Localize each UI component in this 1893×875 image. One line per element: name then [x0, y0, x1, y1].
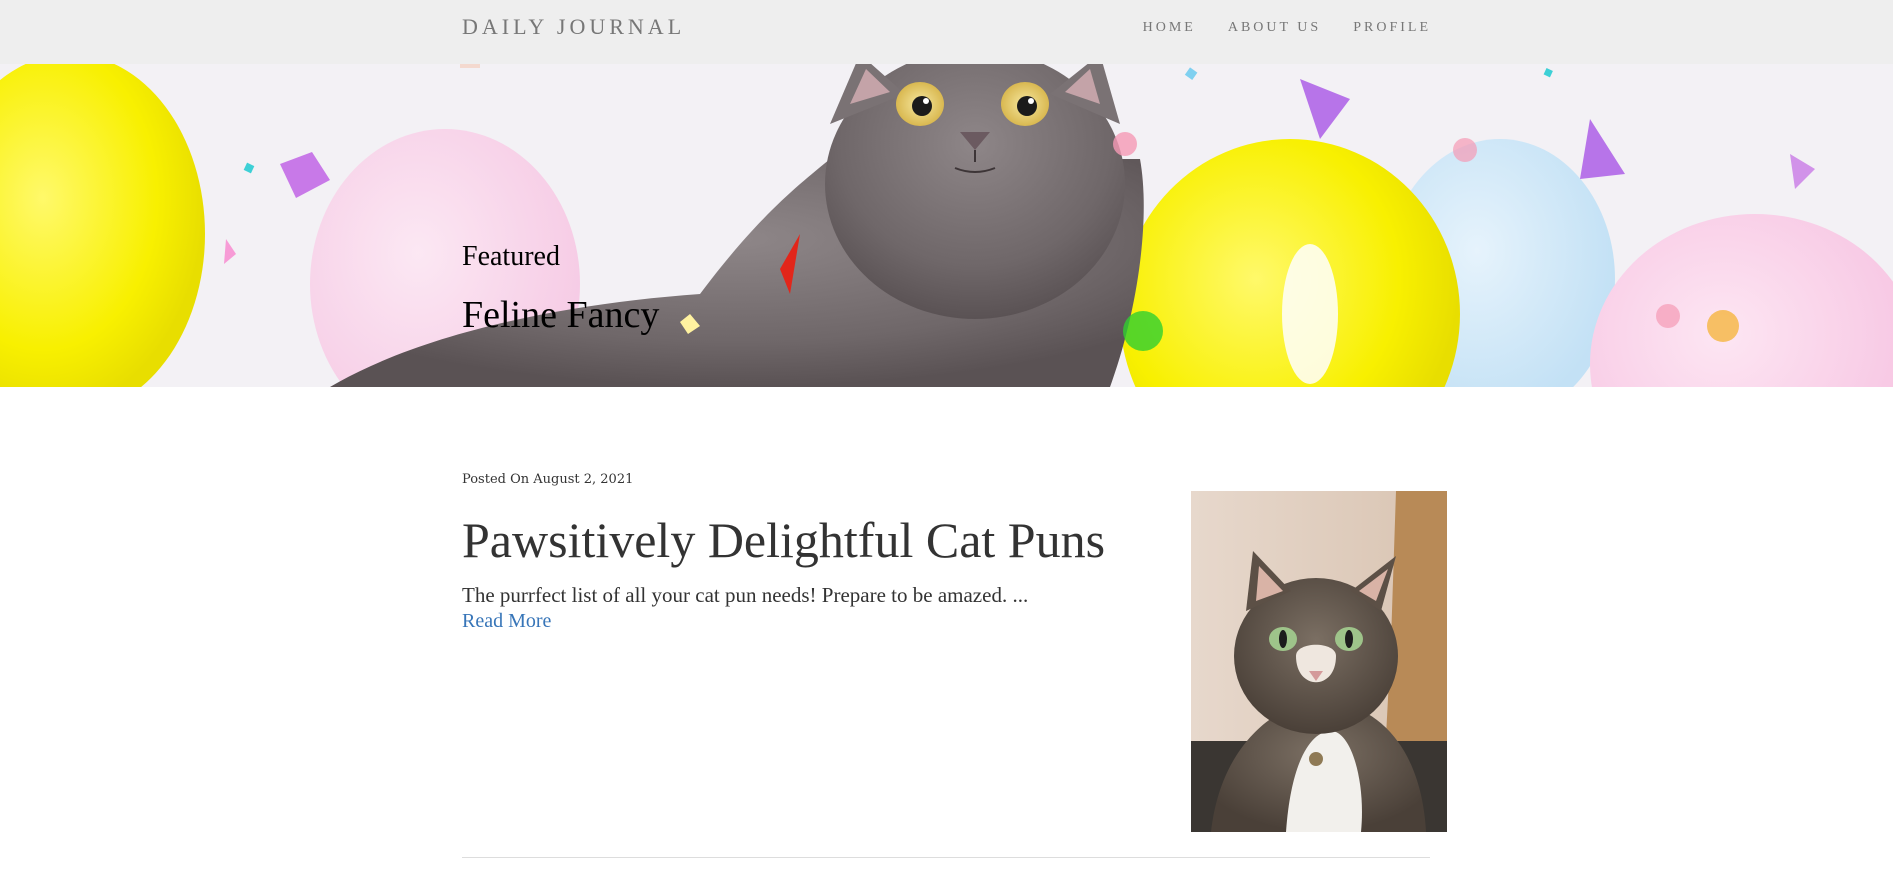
hero-caption: Featured Feline Fancy — [462, 240, 659, 338]
featured-hero[interactable]: Featured Feline Fancy — [0, 64, 1893, 387]
nav-link-profile[interactable]: PROFILE — [1353, 20, 1431, 36]
brand-logo[interactable]: DAILY JOURNAL — [462, 14, 685, 40]
nav-links: HOME ABOUT US PROFILE — [1143, 20, 1431, 36]
post-preview: Posted On August 2, 2021 Pawsitively Del… — [462, 472, 1447, 832]
read-more-link[interactable]: Read More — [462, 610, 551, 633]
hero-cat-image — [0, 64, 1893, 387]
post-title[interactable]: Pawsitively Delightful Cat Puns — [462, 510, 1162, 570]
nav-link-about-us[interactable]: ABOUT US — [1228, 20, 1321, 36]
top-navbar: DAILY JOURNAL HOME ABOUT US PROFILE — [0, 0, 1893, 64]
post-divider — [462, 857, 1430, 858]
hero-kicker: Featured — [462, 241, 560, 272]
post-cat-image[interactable] — [1191, 491, 1447, 832]
post-excerpt: The purrfect list of all your cat pun ne… — [462, 583, 1029, 607]
hero-title[interactable]: Feline Fancy — [462, 292, 659, 338]
nav-link-home[interactable]: HOME — [1143, 20, 1196, 36]
post-date: Posted On August 2, 2021 — [462, 472, 634, 487]
